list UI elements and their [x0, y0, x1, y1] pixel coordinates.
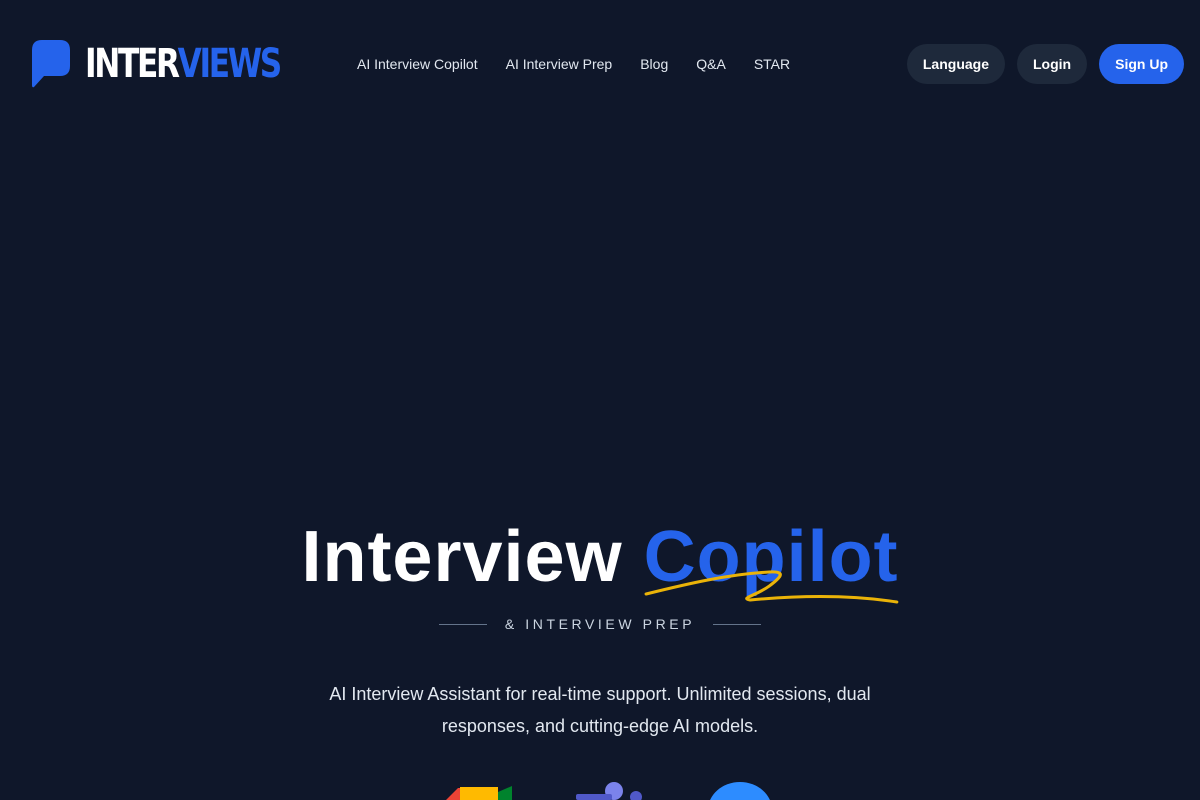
nav-link-qa[interactable]: Q&A	[682, 56, 740, 72]
chat-bubble-icon	[32, 40, 70, 88]
header-actions: Language Login Sign Up	[895, 44, 1184, 84]
page: INTERVIEWS AI Interview Copilot AI Inter…	[0, 0, 1200, 800]
logo-wordmark: INTERVIEWS	[85, 41, 283, 87]
logo-text-inter: INTER	[85, 41, 180, 87]
logo[interactable]: INTERVIEWS	[32, 40, 335, 88]
nav-link-star[interactable]: STAR	[740, 56, 804, 72]
hero-subtitle: & INTERVIEW PREP	[0, 616, 1200, 632]
google-meet-icon	[446, 778, 512, 800]
nav-link-ai-interview-prep[interactable]: AI Interview Prep	[492, 56, 627, 72]
microsoft-teams-icon	[576, 778, 644, 800]
nav-link-ai-interview-copilot[interactable]: AI Interview Copilot	[343, 56, 492, 72]
hero-title-highlight: Copilot	[643, 512, 899, 604]
hero-description: AI Interview Assistant for real-time sup…	[329, 684, 871, 736]
zoom-icon	[708, 778, 772, 800]
divider-right	[713, 623, 762, 625]
logo-text-views: VIEWS	[177, 41, 283, 87]
main-nav: AI Interview Copilot AI Interview Prep B…	[343, 44, 804, 84]
nav-link-blog[interactable]: Blog	[626, 56, 682, 72]
login-button[interactable]: Login	[1017, 44, 1088, 84]
hero-title-word-copilot: Copilot	[643, 517, 899, 597]
hero-title: Interview Copilot	[0, 512, 1200, 604]
hero-subtitle-text: & INTERVIEW PREP	[504, 616, 696, 632]
language-button[interactable]: Language	[906, 44, 1005, 84]
platform-icons	[0, 778, 1200, 800]
hero-title-word-interview: Interview	[301, 517, 623, 597]
signup-button[interactable]: Sign Up	[1099, 44, 1184, 84]
divider-left	[438, 623, 487, 625]
